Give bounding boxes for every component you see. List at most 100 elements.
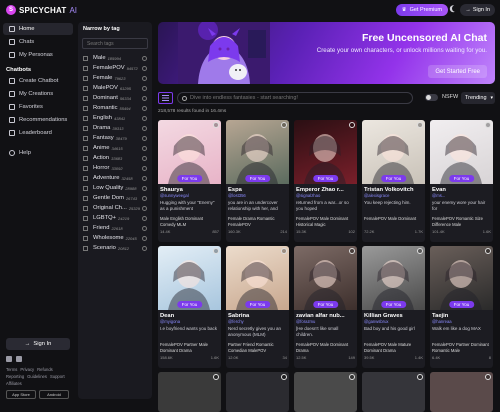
filter-toggle-button[interactable] (158, 92, 173, 104)
character-avatar[interactable] (294, 372, 357, 412)
sidebar-item-help[interactable]: Help (3, 147, 73, 159)
footer-link-privacy[interactable]: Privacy (20, 366, 34, 373)
tag-exclude-icon[interactable] (142, 215, 147, 221)
tag-exclude-icon[interactable] (142, 125, 147, 131)
character-avatar[interactable]: For You (158, 120, 221, 184)
android-badge[interactable]: Android (39, 390, 69, 399)
tag-item[interactable]: Anime 34615 (78, 143, 152, 153)
tag-checkbox[interactable] (83, 75, 88, 81)
tag-checkbox[interactable] (83, 165, 88, 171)
tag-item[interactable]: Scenario 20812 (78, 243, 152, 253)
character-avatar[interactable]: For You (226, 120, 289, 184)
tag-item[interactable]: Wholesome 22045 (78, 233, 152, 243)
tag-exclude-icon[interactable] (142, 175, 147, 181)
tag-item[interactable]: FemalePOV 94572 (78, 63, 152, 73)
character-card[interactable]: For You Shaurya @sunnyweegal Hugging with y… (158, 120, 221, 242)
theme-toggle-icon[interactable] (451, 4, 460, 13)
tag-item[interactable]: Horror 33092 (78, 163, 152, 173)
info-icon[interactable] (281, 374, 287, 380)
tag-exclude-icon[interactable] (142, 85, 147, 91)
info-icon[interactable] (213, 122, 219, 128)
character-card[interactable]: For You Evan @ms... your enemy wore your ha… (430, 120, 493, 242)
character-avatar[interactable] (430, 372, 493, 412)
get-premium-button[interactable]: ♛ Get Premium (395, 4, 448, 16)
character-avatar[interactable]: For You (362, 246, 425, 310)
tag-item[interactable]: Dominant 56334 (78, 93, 152, 103)
info-icon[interactable] (417, 374, 423, 380)
character-card-partial[interactable] (158, 372, 221, 412)
tag-search-input[interactable]: Search tags (82, 38, 148, 49)
footer-link-guidelines[interactable]: Guidelines (27, 373, 47, 380)
tag-exclude-icon[interactable] (142, 145, 147, 151)
info-icon[interactable] (485, 248, 491, 254)
sidebar-item-my-creations[interactable]: My Creations (3, 88, 73, 100)
tag-item[interactable]: Female 79623 (78, 73, 152, 83)
character-card-partial[interactable] (362, 372, 425, 412)
tag-exclude-icon[interactable] (142, 185, 147, 191)
tag-exclude-icon[interactable] (142, 205, 147, 211)
tag-checkbox[interactable] (83, 205, 88, 211)
character-card[interactable]: For You Dean @myigona I.e boyfriend wants y… (158, 246, 221, 368)
tag-checkbox[interactable] (83, 85, 88, 91)
info-icon[interactable] (349, 248, 355, 254)
tag-exclude-icon[interactable] (142, 235, 147, 241)
tag-checkbox[interactable] (83, 125, 88, 131)
tag-checkbox[interactable] (83, 105, 88, 111)
sign-in-button-sidebar[interactable]: → Sign In (6, 338, 70, 350)
character-card[interactable]: For You Killian Graves @ganwsbrux Bad boy a… (362, 246, 425, 368)
sidebar-item-favorites[interactable]: Favorites (3, 101, 73, 113)
tag-item[interactable]: Friend 22618 (78, 223, 152, 233)
tag-item[interactable]: Fantasy 38479 (78, 133, 152, 143)
tag-item[interactable]: Low Quality 28988 (78, 183, 152, 193)
tag-exclude-icon[interactable] (142, 165, 147, 171)
tag-exclude-icon[interactable] (142, 135, 147, 141)
character-card[interactable]: For You zavian alfar nub... @forazmu [He do… (294, 246, 357, 368)
info-icon[interactable] (281, 248, 287, 254)
character-avatar[interactable]: For You (158, 246, 221, 310)
sort-dropdown[interactable]: Trending ▾ (461, 92, 495, 104)
tag-item[interactable]: Male 185994 (78, 53, 152, 63)
tag-checkbox[interactable] (83, 175, 88, 181)
character-avatar[interactable] (362, 372, 425, 412)
logo[interactable]: S SPICYCHAT AI (6, 5, 77, 15)
sidebar-item-chats[interactable]: Chats (3, 36, 73, 48)
tag-checkbox[interactable] (83, 215, 88, 221)
tag-checkbox[interactable] (83, 135, 88, 141)
tag-checkbox[interactable] (83, 145, 88, 151)
character-card[interactable]: For You Taejin @hanreaa Walk em like a dog … (430, 246, 493, 368)
tag-exclude-icon[interactable] (142, 55, 147, 61)
tag-item[interactable]: LGBTQ+ 24219 (78, 213, 152, 223)
info-icon[interactable] (281, 122, 287, 128)
info-icon[interactable] (417, 248, 423, 254)
app-store-badge[interactable]: App Store (6, 390, 36, 399)
info-icon[interactable] (349, 374, 355, 380)
sidebar-item-recommendations[interactable]: Recommendations (3, 114, 73, 126)
character-card-partial[interactable] (430, 372, 493, 412)
tag-checkbox[interactable] (83, 115, 88, 121)
character-avatar[interactable]: For You (294, 246, 357, 310)
footer-link-support[interactable]: Support (50, 373, 65, 380)
character-card[interactable]: For You Emperor Zhao r... @signalzhao retur… (294, 120, 357, 242)
footer-link-terms[interactable]: Terms (6, 366, 17, 373)
info-icon[interactable] (213, 374, 219, 380)
tag-item[interactable]: Action 33683 (78, 153, 152, 163)
character-card-partial[interactable] (226, 372, 289, 412)
footer-link-affiliates[interactable]: Affiliates (6, 380, 22, 387)
get-started-button[interactable]: Get Started Free (428, 65, 487, 78)
character-avatar[interactable]: For You (294, 120, 357, 184)
character-avatar[interactable] (158, 372, 221, 412)
tag-checkbox[interactable] (83, 95, 88, 101)
footer-link-refunds[interactable]: Refunds (37, 366, 53, 373)
character-card[interactable]: For You Tristan Volkovitch @alexisgrace You… (362, 120, 425, 242)
character-avatar[interactable]: For You (362, 120, 425, 184)
tag-item[interactable]: Gentle Dom 26743 (78, 193, 152, 203)
tag-checkbox[interactable] (83, 245, 88, 251)
character-avatar[interactable] (226, 372, 289, 412)
info-icon[interactable] (213, 248, 219, 254)
sidebar-item-create-chatbot[interactable]: Create Chatbot (3, 75, 73, 87)
character-avatar[interactable]: For You (430, 120, 493, 184)
info-icon[interactable] (417, 122, 423, 128)
tag-exclude-icon[interactable] (142, 75, 147, 81)
tag-item[interactable]: Drama 39313 (78, 123, 152, 133)
tag-checkbox[interactable] (83, 65, 88, 71)
